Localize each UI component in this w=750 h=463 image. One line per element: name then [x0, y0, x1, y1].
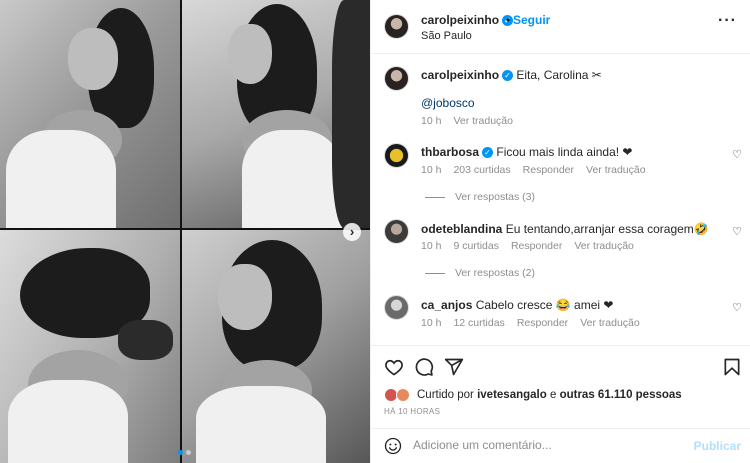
likes-summary: Curtido por ivetesangalo e outras 61.110…: [417, 389, 682, 401]
photo-top-left: [0, 0, 180, 228]
comment-text: Eu tentando,arranjar essa coragem🤣: [505, 222, 709, 236]
comment-composer: Publicar: [371, 428, 750, 463]
heart-icon[interactable]: [384, 357, 404, 377]
carousel-indicator: [178, 450, 191, 455]
comment-input[interactable]: [413, 438, 683, 452]
comments-list[interactable]: carolpeixinho ✓ Eita, Carolina ✂ @jobosco…: [371, 55, 750, 345]
follow-button[interactable]: Seguir: [513, 13, 550, 27]
publish-button[interactable]: Publicar: [694, 439, 741, 453]
caption-text: Eita, Carolina ✂: [516, 68, 602, 82]
comment-line: odeteblandina Eu tentando,arranjar essa …: [421, 222, 709, 236]
comment-username[interactable]: thbarbosa: [421, 145, 479, 159]
comment-reply-button[interactable]: Responder: [511, 240, 562, 252]
comment-avatar[interactable]: [384, 295, 409, 320]
share-icon[interactable]: [444, 357, 464, 377]
comment-meta: 10 h 12 curtidas Responder Ver tradução: [421, 317, 652, 329]
view-replies-button[interactable]: Ver respostas (2): [425, 267, 535, 279]
caption-time[interactable]: 10 h: [421, 115, 441, 127]
caption-avatar[interactable]: [384, 66, 409, 91]
post-side-panel: carolpeixinho ✓ • Seguir São Paulo ··· ca…: [370, 0, 750, 463]
caption-line: carolpeixinho ✓ Eita, Carolina ✂: [421, 68, 602, 82]
view-replies-button[interactable]: Ver respostas (3): [425, 191, 535, 203]
comment-meta: 10 h 203 curtidas Responder Ver tradução: [421, 164, 658, 176]
comment-like-heart-icon[interactable]: ♡: [732, 148, 742, 161]
comment-translate[interactable]: Ver tradução: [574, 240, 634, 252]
bookmark-icon[interactable]: [722, 357, 742, 377]
post-header: carolpeixinho ✓ • Seguir São Paulo ···: [371, 0, 750, 54]
author-avatar[interactable]: [384, 14, 409, 39]
comment-time[interactable]: 10 h: [421, 240, 441, 252]
likes-connector: e: [549, 389, 557, 401]
comment-likes[interactable]: 12 curtidas: [453, 317, 504, 329]
caption-translate[interactable]: Ver tradução: [453, 115, 513, 127]
photo-bottom-left: [0, 230, 180, 463]
comment-text: Ficou mais linda ainda! ❤: [496, 145, 633, 159]
comment-username[interactable]: ca_anjos: [421, 298, 472, 312]
post-timestamp[interactable]: HÁ 10 HORAS: [384, 407, 440, 416]
verified-icon: ✓: [502, 70, 514, 82]
comment-text: Cabelo cresce 😂 amei ❤: [475, 298, 614, 312]
comment-line: ca_anjos Cabelo cresce 😂 amei ❤: [421, 298, 613, 312]
comment-reply-button[interactable]: Responder: [517, 317, 568, 329]
photo-top-right: [182, 0, 370, 228]
comment-meta: 10 h 9 curtidas Responder Ver tradução: [421, 240, 646, 252]
comment-like-heart-icon[interactable]: ♡: [732, 225, 742, 238]
chevron-right-icon: ›: [349, 224, 355, 239]
caption-mention[interactable]: @jobosco: [421, 96, 475, 110]
comment-time[interactable]: 10 h: [421, 317, 441, 329]
author-username[interactable]: carolpeixinho: [421, 13, 499, 27]
carousel-dot-active: [178, 450, 183, 455]
comment-avatar[interactable]: [384, 219, 409, 244]
post-media[interactable]: ›: [0, 0, 370, 463]
carousel-dot: [186, 450, 191, 455]
comment-reply-button[interactable]: Responder: [523, 164, 574, 176]
photo-bottom-right: [182, 230, 370, 463]
verified-icon: ✓: [482, 147, 494, 159]
more-options-icon[interactable]: ···: [718, 12, 737, 30]
comment-avatar[interactable]: [384, 143, 409, 168]
separator-dot: •: [506, 13, 511, 27]
caption-meta: 10 h Ver tradução: [421, 115, 525, 127]
comment-translate[interactable]: Ver tradução: [580, 317, 640, 329]
comment-likes[interactable]: 203 curtidas: [453, 164, 510, 176]
emoji-icon[interactable]: [384, 437, 402, 455]
caption-username[interactable]: carolpeixinho: [421, 68, 499, 82]
liker-avatar[interactable]: [396, 388, 410, 402]
comment-time[interactable]: 10 h: [421, 164, 441, 176]
comment-username[interactable]: odeteblandina: [421, 222, 502, 236]
likes-prefix: Curtido por: [417, 389, 474, 401]
comment-icon[interactable]: [414, 357, 434, 377]
post-location[interactable]: São Paulo: [421, 30, 472, 42]
comment-translate[interactable]: Ver tradução: [586, 164, 646, 176]
carousel-next-button[interactable]: ›: [343, 223, 361, 241]
comment-like-heart-icon[interactable]: ♡: [732, 301, 742, 314]
likes-others[interactable]: outras 61.110 pessoas: [560, 389, 682, 401]
view-replies-label: Ver respostas (2): [455, 267, 535, 279]
comment-line: thbarbosa ✓ Ficou mais linda ainda! ❤: [421, 145, 632, 159]
likes-user[interactable]: ivetesangalo: [477, 389, 547, 401]
view-replies-label: Ver respostas (3): [455, 191, 535, 203]
comment-likes[interactable]: 9 curtidas: [453, 240, 499, 252]
